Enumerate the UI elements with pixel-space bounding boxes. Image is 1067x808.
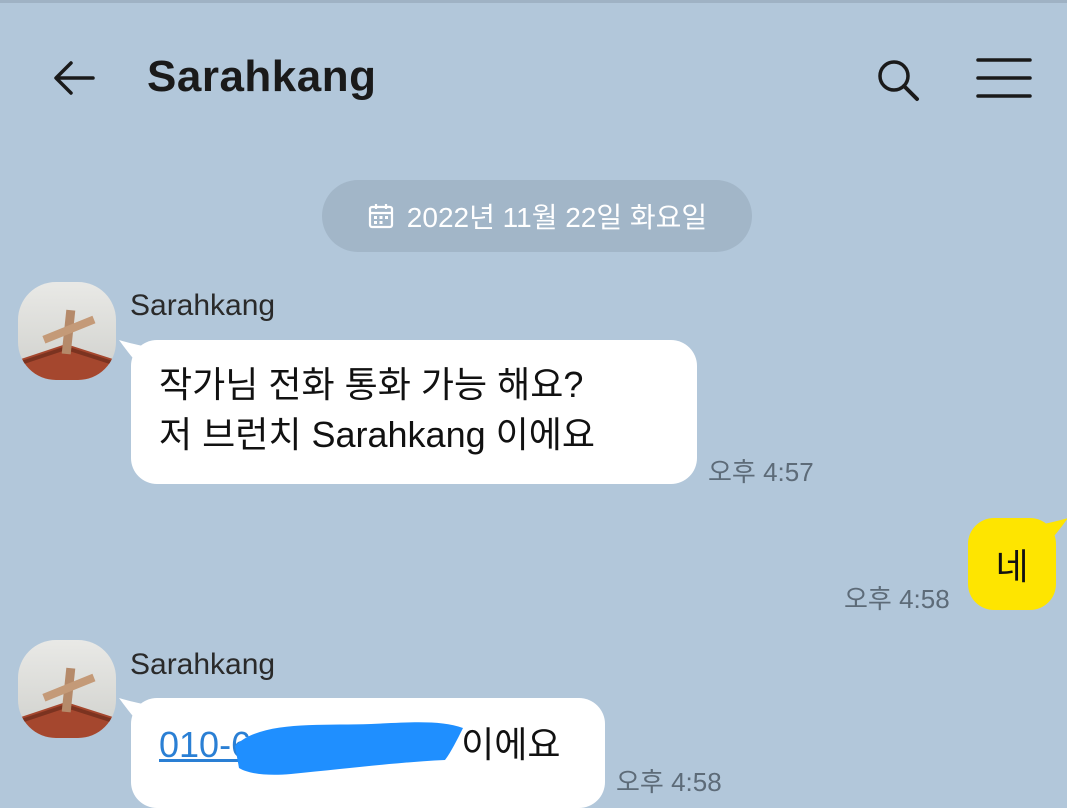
message-line: 작가님 전화 통화 가능 해요? xyxy=(159,364,584,405)
calendar-icon xyxy=(368,204,393,229)
bubble-tail xyxy=(119,340,143,370)
bubble-tail xyxy=(119,698,143,728)
message-line: 저 브런치 Sarahkang 이에요 xyxy=(159,414,595,455)
search-icon xyxy=(878,60,919,101)
back-button[interactable] xyxy=(48,52,100,104)
redaction-scribble xyxy=(235,722,463,775)
cross-photo-icon xyxy=(18,640,116,738)
hamburger-menu-icon xyxy=(976,58,1032,98)
outgoing-message-bubble[interactable]: 네 xyxy=(968,518,1067,610)
incoming-message-bubble[interactable]: 010-6 이에요 xyxy=(119,698,605,808)
message-time: 오후 4:57 xyxy=(708,457,814,487)
search-button[interactable] xyxy=(870,52,926,108)
message-time: 오후 4:58 xyxy=(616,767,722,797)
bubble-tail xyxy=(1044,518,1067,548)
date-label: 2022년 11월 22일 화요일 xyxy=(406,202,708,233)
sender-avatar[interactable] xyxy=(18,640,116,738)
menu-button[interactable] xyxy=(972,52,1036,104)
sender-name: Sarahkang xyxy=(130,289,276,322)
sender-name: Sarahkang xyxy=(130,648,276,681)
cross-photo-icon xyxy=(18,282,116,380)
message-time: 오후 4:58 xyxy=(844,584,950,614)
message-text: 네 xyxy=(995,546,1029,587)
arrow-left-icon xyxy=(54,61,95,95)
chat-header: Sarahkang xyxy=(0,0,1067,150)
chat-title: Sarahkang xyxy=(147,52,377,101)
incoming-message-bubble[interactable]: 작가님 전화 통화 가능 해요? 저 브런치 Sarahkang 이에요 xyxy=(119,340,697,484)
sender-avatar[interactable] xyxy=(18,282,116,380)
date-divider: 2022년 11월 22일 화요일 xyxy=(322,180,752,252)
